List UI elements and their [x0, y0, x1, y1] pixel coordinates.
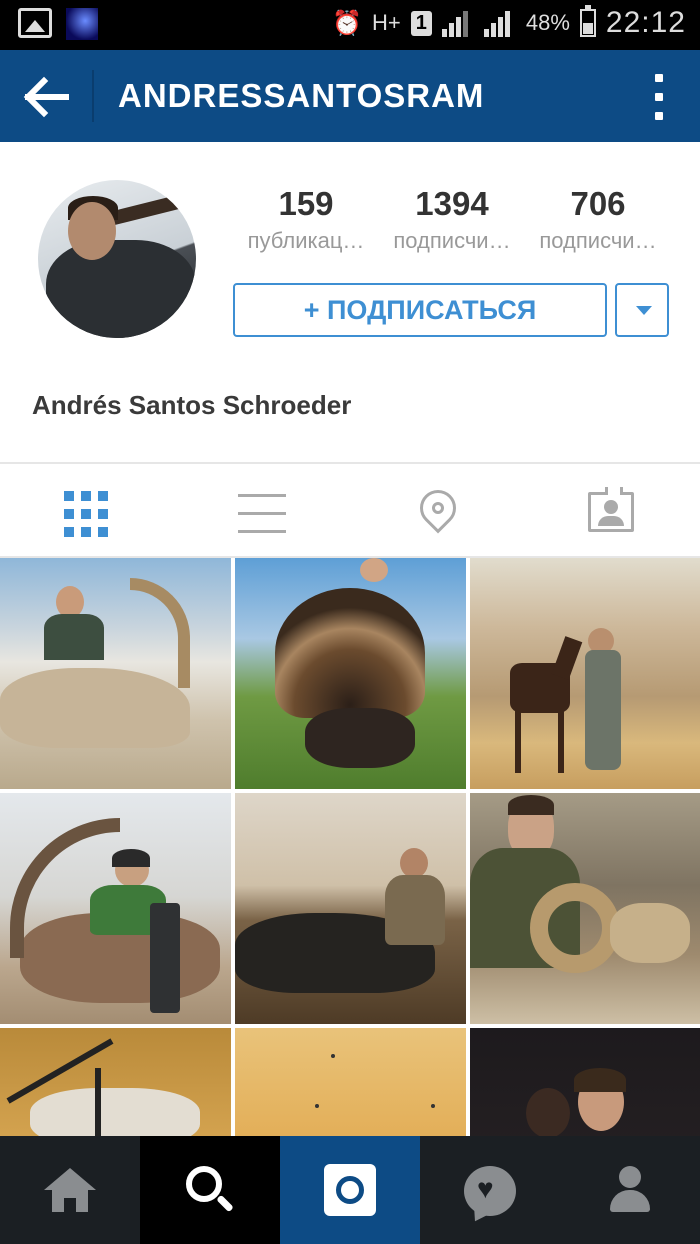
posts-label: публикац… [247, 228, 365, 253]
nav-profile[interactable] [560, 1136, 700, 1244]
following-count: 706 [570, 185, 626, 222]
followers-label: подписчи… [393, 228, 511, 253]
signal-icon-2 [483, 9, 516, 37]
photo-tile[interactable] [0, 558, 231, 789]
bottom-nav [0, 1136, 700, 1244]
signal-icon [441, 9, 474, 37]
profile-icon [608, 1166, 652, 1214]
status-bar: ⏰ H+ 1 48% 22:12 [0, 0, 700, 50]
profile-full-name: Andrés Santos Schroeder [32, 390, 352, 420]
app-bar: ANDRESSANTOSRAM [0, 50, 700, 142]
photo-tile[interactable] [235, 793, 466, 1024]
nav-camera[interactable] [280, 1136, 420, 1244]
page-title: ANDRESSANTOSRAM [118, 77, 485, 114]
posts-count: 159 [278, 185, 334, 222]
photo-grid [0, 558, 700, 1136]
photo-tile[interactable] [0, 1028, 231, 1136]
stat-following[interactable]: 706 подписчи… [524, 184, 672, 258]
photo-tile[interactable] [235, 1028, 466, 1136]
follow-button[interactable]: + ПОДПИСАТЬСЯ [233, 283, 607, 337]
stat-posts[interactable]: 159 публикац… [232, 184, 380, 258]
battery-percent: 48% [525, 10, 570, 35]
photo-tile[interactable] [470, 793, 700, 1024]
view-tabs [0, 462, 700, 558]
image-icon [18, 8, 52, 38]
activity-icon [464, 1166, 516, 1216]
arrow-left-icon[interactable] [22, 72, 72, 122]
nav-home[interactable] [0, 1136, 140, 1244]
more-vertical-icon[interactable] [654, 74, 664, 120]
network-type-icon: H+ [372, 10, 401, 35]
photo-tile[interactable] [0, 793, 231, 1024]
photo-tile[interactable] [470, 558, 700, 789]
photo-tile[interactable] [235, 558, 466, 789]
photo-tile[interactable] [470, 1028, 700, 1136]
home-icon [44, 1168, 96, 1212]
sim-icon: 1 [410, 10, 432, 36]
battery-icon [579, 5, 596, 37]
suggested-dropdown-button[interactable] [615, 283, 669, 337]
clock: 22:12 [605, 6, 686, 39]
photo-thumbnail-icon [66, 8, 98, 40]
search-icon [186, 1166, 236, 1216]
nav-activity[interactable] [420, 1136, 560, 1244]
following-label: подписчи… [539, 228, 657, 253]
location-pin-icon[interactable] [412, 482, 464, 538]
camera-icon [324, 1164, 376, 1216]
followers-count: 1394 [415, 185, 489, 222]
app-bar-divider [92, 70, 94, 122]
nav-search[interactable] [140, 1136, 280, 1244]
stat-followers[interactable]: 1394 подписчи… [378, 184, 526, 258]
list-icon[interactable] [238, 488, 288, 538]
tagged-person-icon[interactable] [588, 488, 638, 538]
back-arrow-svg [23, 76, 69, 118]
grid-icon[interactable] [64, 488, 114, 538]
alarm-icon: ⏰ [332, 9, 362, 37]
profile-stats: 159 публикац… 1394 подписчи… 706 подписч… [232, 184, 672, 274]
avatar[interactable] [38, 180, 196, 338]
